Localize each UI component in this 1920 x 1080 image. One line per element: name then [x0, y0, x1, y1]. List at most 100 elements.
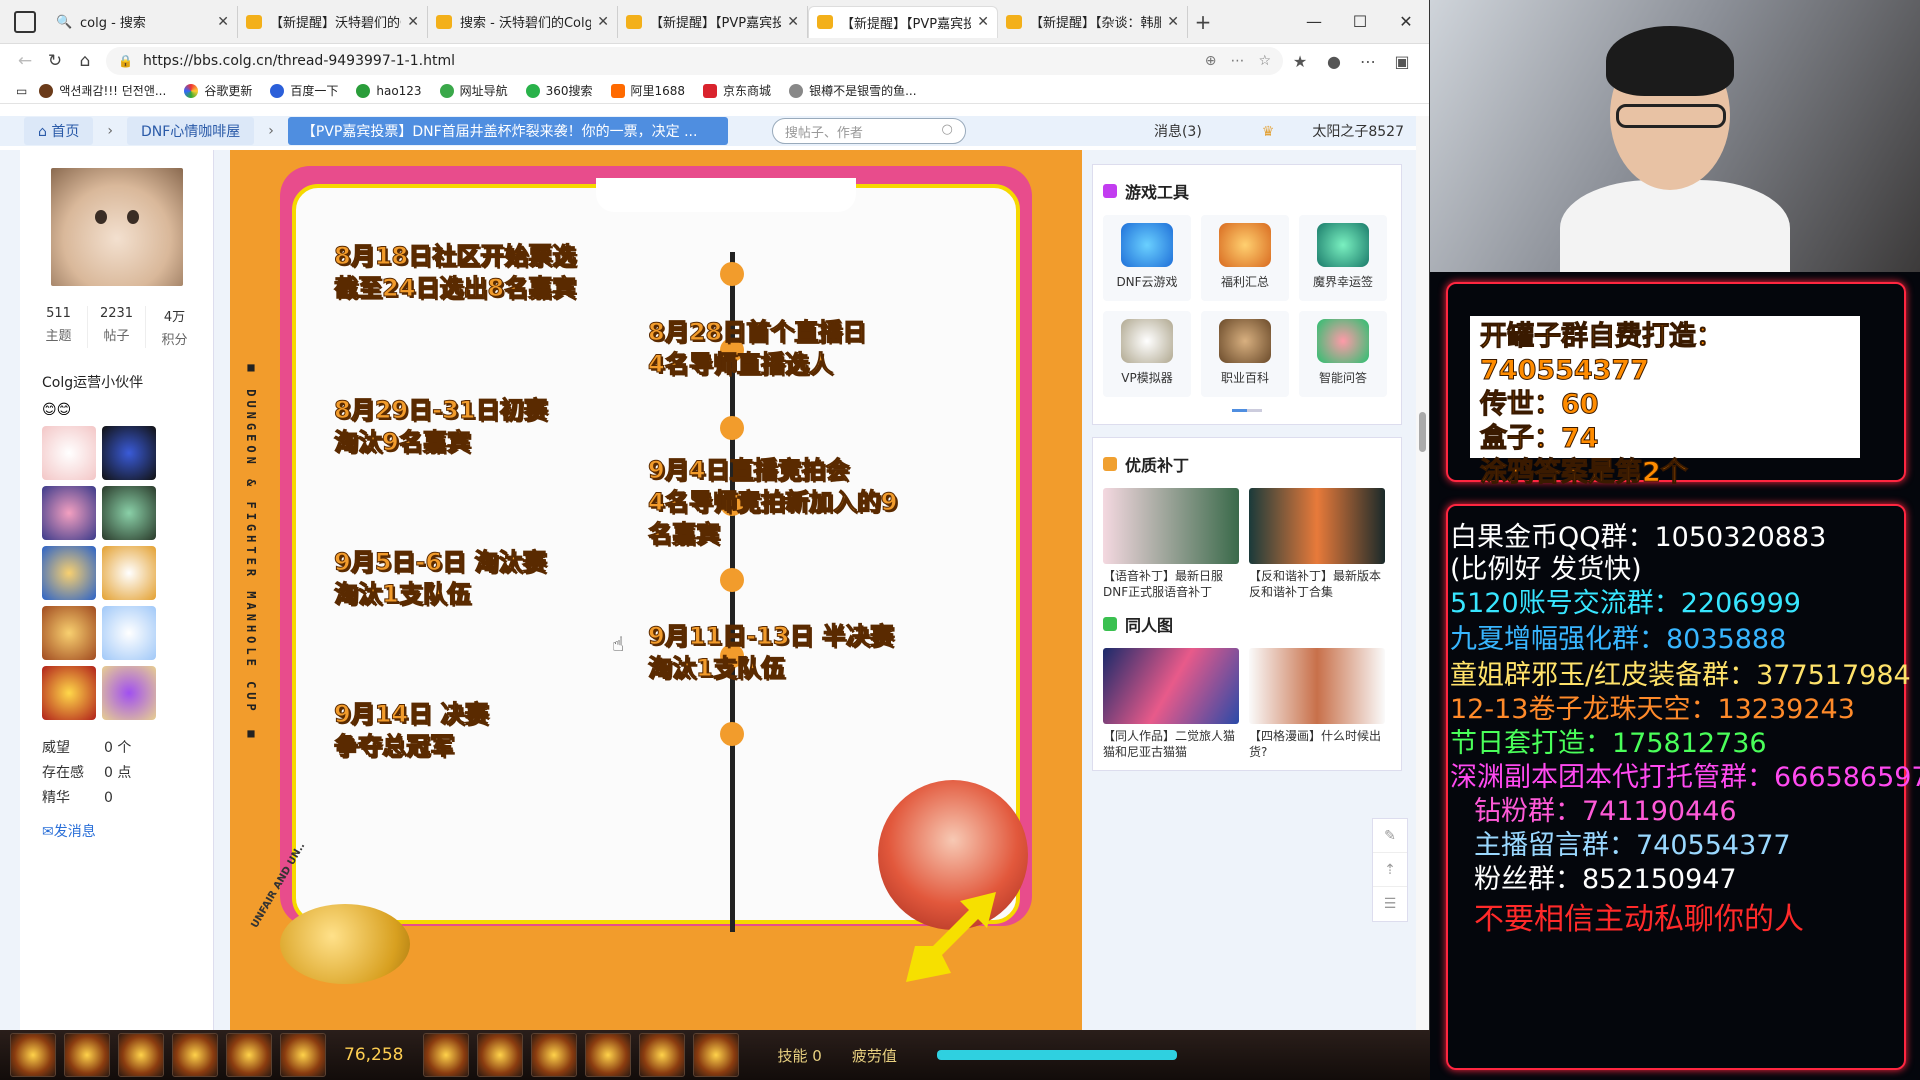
mail-icon: ✉: [42, 824, 54, 840]
medal-badge[interactable]: [102, 486, 156, 540]
medal-badge[interactable]: [42, 426, 96, 480]
qq-group-line: 童姐辟邪玉/红皮装备群：377517984: [1450, 660, 1911, 691]
medal-badge[interactable]: [102, 666, 156, 720]
tool-dnf-cloud[interactable]: DNF云游戏: [1103, 215, 1191, 301]
address-bar: ← ↻ ⌂ 🔒 https://bbs.colg.cn/thread-949399…: [0, 44, 1429, 78]
medal-badge[interactable]: [102, 426, 156, 480]
bookmark-item[interactable]: 阿里1688: [610, 82, 685, 99]
author-avatar[interactable]: [50, 168, 183, 286]
medal-badge[interactable]: [42, 606, 96, 660]
stat-posts[interactable]: 2231 帖子: [88, 306, 146, 348]
carousel-pager[interactable]: [1232, 409, 1262, 412]
page-scrollbar[interactable]: [1416, 116, 1429, 1030]
close-tab-icon[interactable]: ✕: [407, 14, 419, 30]
more-menu-icon[interactable]: ⋯: [1351, 52, 1385, 71]
cursor-hand-icon: ☝: [612, 632, 625, 656]
skill-slot: [118, 1033, 164, 1077]
qq-group-line: (比例好 发货快): [1450, 554, 1642, 585]
chat-bubble-icon: [1317, 319, 1369, 363]
skill-points-label: 技能 0: [777, 1046, 822, 1065]
bookmark-item[interactable]: 网址导航: [439, 82, 508, 99]
fanart-item[interactable]: 【同人作品】二觉旅人猫猫和尼亚古猫猫: [1103, 648, 1239, 760]
reader-icon[interactable]: ⋯: [1230, 53, 1244, 69]
favorites-icon[interactable]: ★: [1283, 52, 1317, 71]
colg-favicon-icon: [626, 14, 642, 29]
breadcrumb-home[interactable]: ⌂ 首页: [24, 117, 94, 145]
profile-icon[interactable]: ●: [1317, 52, 1351, 71]
refresh-icon[interactable]: ↻: [40, 51, 70, 71]
tools-icon: [1103, 184, 1117, 198]
close-tab-icon[interactable]: ✕: [217, 14, 229, 30]
timeline-event: 8月18日社区开始票选 截至24日选出8名嘉宾: [333, 242, 577, 303]
search-icon[interactable]: ○: [942, 122, 953, 140]
site-search-input[interactable]: 搜帖子、作者 ○: [771, 118, 966, 144]
browser-tab[interactable]: 🔍 colg - 搜索 ✕: [48, 5, 238, 38]
back-icon[interactable]: ←: [10, 51, 40, 71]
tool-vp-simulator[interactable]: VP模拟器: [1103, 311, 1191, 397]
user-avatar-icon: ♛: [1261, 124, 1275, 140]
qq-group-line: 粉丝群：852150947: [1474, 864, 1737, 895]
bookmark-item[interactable]: 360搜索: [525, 82, 593, 99]
tool-welfare[interactable]: 福利汇总: [1201, 215, 1289, 301]
user-link[interactable]: ♛ 太阳之子8527: [1232, 121, 1404, 141]
colg-favicon-icon: [1006, 14, 1022, 29]
medal-badge[interactable]: [42, 546, 96, 600]
bookmark-item[interactable]: 百度一下: [270, 82, 338, 99]
bookmark-item[interactable]: 액션쾌감!!! 던전앤...: [39, 82, 166, 99]
maximize-icon[interactable]: ☐: [1337, 12, 1383, 31]
home-icon[interactable]: ⌂: [70, 51, 100, 71]
close-tab-icon[interactable]: ✕: [787, 14, 799, 30]
medal-badge[interactable]: [102, 546, 156, 600]
close-window-icon[interactable]: ✕: [1383, 12, 1429, 31]
sidebar-toggle-icon[interactable]: ▣: [1385, 52, 1419, 71]
list-icon[interactable]: ☰: [1373, 887, 1407, 921]
browser-tab[interactable]: 搜索 - 沃特碧们的Colg - ✕: [428, 5, 618, 38]
bookmark-item[interactable]: 银樽不是银雪的鱼...: [789, 82, 917, 99]
browser-tab[interactable]: 【新提醒】【PVP嘉宾投票✕: [618, 5, 808, 38]
window-menu-icon[interactable]: [14, 10, 36, 33]
tool-smart-qa[interactable]: 智能问答: [1299, 311, 1387, 397]
browser-tab[interactable]: 【新提醒】沃特碧们的Colg✕: [238, 5, 428, 38]
tool-class-wiki[interactable]: 职业百科: [1201, 311, 1289, 397]
colg-favicon-icon: [246, 14, 262, 29]
patch-item[interactable]: 【反和谐补丁】最新版本反和谐补丁合集: [1249, 488, 1385, 600]
fanart-item[interactable]: 【四格漫画】什么时候出货?: [1249, 648, 1385, 760]
send-message-link[interactable]: ✉发消息: [42, 821, 213, 841]
bookmark-item[interactable]: 京东商城: [703, 82, 771, 99]
close-tab-icon[interactable]: ✕: [977, 14, 989, 30]
minimize-icon[interactable]: —: [1291, 12, 1337, 31]
colg-favicon-icon: [817, 15, 833, 29]
timeline-dot: [720, 416, 744, 440]
patch-item[interactable]: 【语音补丁】最新日服DNF正式服语音补丁: [1103, 488, 1239, 600]
stat-topics[interactable]: 511 主题: [30, 306, 88, 348]
scrollbar-thumb[interactable]: [1419, 412, 1426, 452]
streamer-hair: [1606, 26, 1734, 96]
favorite-star-icon[interactable]: ☆: [1258, 53, 1271, 69]
tool-lucky-draw[interactable]: 魔界幸运签: [1299, 215, 1387, 301]
stat-points[interactable]: 4万 积分: [146, 306, 203, 348]
fatigue-bar: [936, 1050, 1177, 1060]
field-reputation: 威望 0 个: [42, 740, 132, 756]
messages-link[interactable]: 消息(3): [1154, 121, 1202, 141]
close-tab-icon[interactable]: ✕: [1167, 14, 1179, 30]
new-tab-button[interactable]: +: [1188, 10, 1218, 34]
medal-badge[interactable]: [102, 606, 156, 660]
medal-badge[interactable]: [42, 666, 96, 720]
comment-icon[interactable]: ✎: [1373, 819, 1407, 853]
browser-tab[interactable]: 【新提醒】【杂谈：韩服 ✕: [998, 5, 1188, 38]
breadcrumb-thread[interactable]: 【PVP嘉宾投票】DNF首届井盖杯炸裂来袭！你的一票，决定 ...: [287, 117, 728, 145]
zoom-icon[interactable]: ⊕: [1205, 53, 1217, 69]
url-field[interactable]: 🔒 https://bbs.colg.cn/thread-9493997-1-1.…: [106, 47, 1283, 75]
bookmark-item[interactable]: 谷歌更新: [184, 82, 252, 99]
medal-badge[interactable]: [42, 486, 96, 540]
bookmarks-menu-icon[interactable]: ▭: [16, 84, 27, 98]
browser-tab-active[interactable]: 【新提醒】【PVP嘉宾投票✕: [808, 5, 998, 38]
back-to-top-icon[interactable]: ⇡: [1373, 853, 1407, 887]
timeline-event: 9月14日 决赛 争夺总冠军: [333, 700, 489, 761]
close-tab-icon[interactable]: ✕: [597, 14, 609, 30]
breadcrumb-forum[interactable]: DNF心情咖啡屋: [126, 117, 255, 145]
poster-title-tab: [596, 178, 856, 212]
bookmark-item[interactable]: hao123: [356, 83, 422, 98]
right-sidebar: 游戏工具 DNF云游戏 福利汇总 魔界幸运签 VP模拟器 职业百科 智能问答 优…: [1092, 164, 1402, 783]
gift-icon: [1219, 223, 1271, 267]
